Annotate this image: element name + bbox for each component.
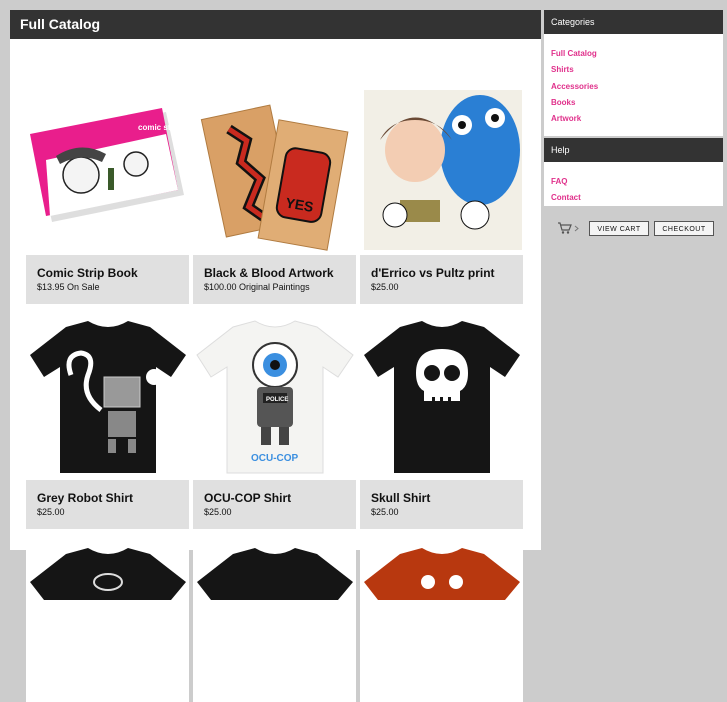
- checkout-button[interactable]: CHECKOUT: [654, 221, 714, 236]
- product-card-comic-strip-book[interactable]: comic strip Comic Strip Book $13.95 On S…: [26, 90, 189, 304]
- product-thumbnail[interactable]: comic strip: [26, 90, 189, 252]
- categories-title: Categories: [544, 10, 723, 34]
- product-card-grey-robot-shirt[interactable]: Grey Robot Shirt $25.00: [26, 315, 189, 529]
- orange-tshirt-image: [364, 548, 520, 600]
- product-price: $25.00: [371, 282, 399, 292]
- product-name[interactable]: d'Errico vs Pultz print: [371, 266, 523, 280]
- product-thumbnail[interactable]: POLICE OCU-COP: [193, 315, 356, 477]
- category-link-artwork[interactable]: Artwork: [551, 111, 723, 127]
- wood-painting-image: YES: [200, 104, 349, 251]
- product-name[interactable]: Black & Blood Artwork: [204, 266, 356, 280]
- help-link-contact[interactable]: Contact: [551, 190, 723, 206]
- product-thumbnail[interactable]: [193, 540, 356, 702]
- categories-list: Full Catalog Shirts Accessories Books Ar…: [544, 38, 723, 131]
- product-price: $100.00 Original Paintings: [204, 282, 310, 292]
- help-list: FAQ Contact: [544, 166, 723, 211]
- product-name[interactable]: Grey Robot Shirt: [37, 491, 189, 505]
- police-badge-text: POLICE: [266, 397, 288, 403]
- cart-controls: [557, 221, 583, 237]
- page-title: Full Catalog: [10, 10, 541, 39]
- comic-book-image: comic strip: [30, 108, 184, 222]
- black-tshirt-image: [197, 548, 353, 600]
- product-name[interactable]: OCU-COP Shirt: [204, 491, 356, 505]
- product-thumbnail[interactable]: [26, 540, 189, 702]
- product-card-partial[interactable]: [360, 540, 523, 702]
- product-price: $25.00: [204, 507, 232, 517]
- product-price: $25.00: [37, 507, 65, 517]
- product-price: $13.95 On Sale: [37, 282, 100, 292]
- product-card-partial[interactable]: [193, 540, 356, 702]
- category-link-shirts[interactable]: Shirts: [551, 62, 723, 78]
- black-tshirt-image: [364, 321, 520, 473]
- product-price: $25.00: [371, 507, 399, 517]
- category-link-books[interactable]: Books: [551, 95, 723, 111]
- product-card-skull-shirt[interactable]: Skull Shirt $25.00: [360, 315, 523, 529]
- product-name[interactable]: Comic Strip Book: [37, 266, 189, 280]
- product-thumbnail[interactable]: [360, 540, 523, 702]
- product-card-black-blood-artwork[interactable]: YES Black & Blood Artwork $100.00 Origin…: [193, 90, 356, 304]
- category-link-full-catalog[interactable]: Full Catalog: [551, 46, 723, 62]
- product-thumbnail[interactable]: [360, 90, 523, 252]
- shirt-print-text: OCU-COP: [251, 453, 299, 464]
- comic-cover-text: comic strip: [138, 123, 181, 132]
- help-link-faq[interactable]: FAQ: [551, 174, 723, 190]
- art-print-image: [364, 90, 522, 250]
- product-card-derrico-print[interactable]: d'Errico vs Pultz print $25.00: [360, 90, 523, 304]
- black-tshirt-image: [30, 548, 186, 600]
- product-thumbnail[interactable]: YES: [193, 90, 356, 252]
- shopping-cart-icon[interactable]: [557, 221, 583, 235]
- product-thumbnail[interactable]: [360, 315, 523, 477]
- black-tshirt-image: [30, 321, 186, 473]
- help-panel: Help FAQ Contact: [544, 138, 723, 206]
- view-cart-button[interactable]: VIEW CART: [589, 221, 649, 236]
- category-link-accessories[interactable]: Accessories: [551, 79, 723, 95]
- product-name[interactable]: Skull Shirt: [371, 491, 523, 505]
- product-thumbnail[interactable]: [26, 315, 189, 477]
- help-title: Help: [544, 138, 723, 162]
- categories-panel: Categories Full Catalog Shirts Accessori…: [544, 10, 723, 136]
- product-card-ocu-cop-shirt[interactable]: POLICE OCU-COP OCU-COP Shirt $25.00: [193, 315, 356, 529]
- product-card-partial[interactable]: [26, 540, 189, 702]
- white-tshirt-image: POLICE OCU-COP: [196, 320, 354, 474]
